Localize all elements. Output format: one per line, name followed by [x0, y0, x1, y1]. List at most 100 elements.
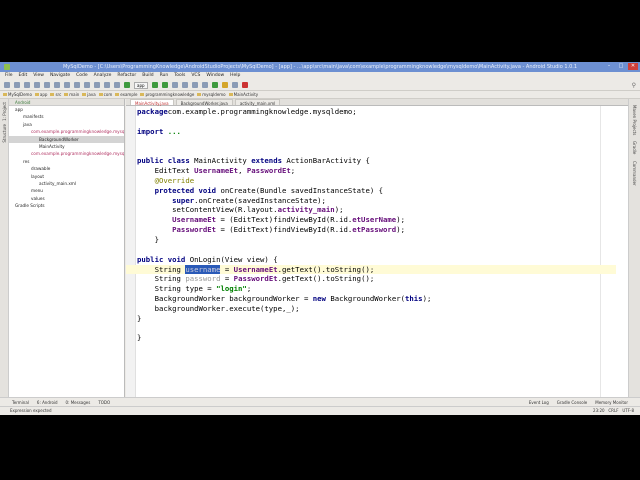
menu-window[interactable]: Window: [206, 72, 224, 80]
tree-item[interactable]: com.example.programmingknowledge.mysqlde…: [9, 128, 124, 135]
avd-manager-icon[interactable]: [201, 82, 208, 88]
project-tool-button[interactable]: 1: Project: [2, 102, 7, 121]
line-separator[interactable]: CRLF: [608, 408, 618, 413]
menu-run[interactable]: Run: [160, 72, 169, 80]
editor-tab[interactable]: BackgroundWorker.java: [175, 99, 233, 106]
back-icon[interactable]: [104, 82, 110, 88]
run-config-select[interactable]: app: [134, 81, 148, 89]
undo-icon[interactable]: [34, 82, 40, 88]
code-line: }: [137, 314, 616, 324]
debug-icon[interactable]: [161, 82, 168, 88]
status-bar: Expression expected 23:20 CRLF UTF-8: [0, 406, 640, 415]
minimize-button[interactable]: –: [604, 63, 614, 70]
breadcrumb-item[interactable]: java: [82, 91, 95, 98]
menu-tools[interactable]: Tools: [174, 72, 185, 80]
project-tree: app manifests java com.example.programmingk…: [9, 106, 124, 210]
tree-item[interactable]: drawable: [9, 165, 124, 172]
android-icon[interactable]: [241, 82, 248, 88]
code-token: package: [137, 107, 168, 116]
save-icon[interactable]: [14, 82, 20, 88]
file-encoding[interactable]: UTF-8: [622, 408, 634, 413]
code-token: }: [137, 313, 142, 323]
help-icon[interactable]: [231, 82, 238, 88]
menu-help[interactable]: Help: [230, 72, 240, 80]
tree-item[interactable]: layout: [9, 173, 124, 180]
code-token: password: [185, 274, 221, 284]
forward-icon[interactable]: [114, 82, 120, 88]
tree-item[interactable]: activity_main.xml: [9, 180, 124, 187]
menu-refactor[interactable]: Refactor: [117, 72, 136, 80]
right-tool-button[interactable]: Commander: [632, 161, 637, 186]
bottom-tab[interactable]: 0: Messages: [66, 398, 91, 406]
settings-icon[interactable]: [181, 82, 188, 88]
code-token: .getText().toString();: [277, 274, 375, 284]
tree-item[interactable]: MainActivity: [9, 143, 124, 150]
cursor-position[interactable]: 23:20: [593, 408, 605, 413]
redo-icon[interactable]: [44, 82, 50, 88]
right-tool-button[interactable]: Gradle: [632, 141, 637, 154]
menu-analyze[interactable]: Analyze: [94, 72, 112, 80]
breadcrumb-item[interactable]: main: [64, 91, 79, 98]
tree-item[interactable]: res: [9, 158, 124, 165]
breadcrumb-item[interactable]: src: [50, 91, 61, 98]
code-content[interactable]: packagecom.example.programmingknowledge.…: [126, 107, 616, 343]
menu-file[interactable]: File: [5, 72, 13, 80]
maximize-button[interactable]: □: [616, 63, 626, 70]
breadcrumb-item[interactable]: mysqldemo: [197, 91, 225, 98]
code-editor[interactable]: packagecom.example.programmingknowledge.…: [126, 106, 628, 397]
menu-vcs[interactable]: VCS: [191, 72, 200, 80]
copy-icon[interactable]: [64, 82, 70, 88]
structure-tool-button[interactable]: Structure: [2, 124, 7, 143]
breadcrumb-item[interactable]: app: [35, 91, 48, 98]
breadcrumb-item[interactable]: com: [99, 91, 113, 98]
run-icon[interactable]: [151, 82, 158, 88]
tree-item[interactable]: Gradle Scripts: [9, 202, 124, 209]
make-icon[interactable]: [124, 82, 130, 88]
menu-view[interactable]: View: [33, 72, 44, 80]
tree-item[interactable]: BackgroundWorker: [9, 135, 124, 144]
editor-tab[interactable]: MainActivity.java: [130, 99, 174, 106]
breadcrumb-item[interactable]: MainActivity: [229, 91, 259, 98]
open-icon[interactable]: [4, 82, 10, 88]
cut-icon[interactable]: [54, 82, 60, 88]
monitor-icon[interactable]: [221, 82, 228, 88]
bottom-tab[interactable]: Event Log: [529, 398, 549, 406]
paste-icon[interactable]: [74, 82, 80, 88]
tree-item[interactable]: java: [9, 121, 124, 128]
menu-code[interactable]: Code: [76, 72, 88, 80]
menu-build[interactable]: Build: [142, 72, 153, 80]
tree-item[interactable]: menu: [9, 187, 124, 194]
sync-icon[interactable]: [24, 82, 30, 88]
bottom-tab[interactable]: 6: Android: [37, 398, 58, 406]
bottom-tab[interactable]: TODO: [98, 398, 110, 406]
breadcrumb-item[interactable]: example: [115, 91, 137, 98]
bottom-tab[interactable]: Gradle Console: [557, 398, 587, 406]
code-token: EditText: [137, 166, 195, 176]
project-view-selector[interactable]: Android: [9, 99, 124, 106]
tree-item[interactable]: manifests: [9, 113, 124, 120]
search-everywhere-icon[interactable]: ⚲: [632, 82, 636, 89]
menu-navigate[interactable]: Navigate: [50, 72, 70, 80]
breadcrumb-item[interactable]: programmingknowledge: [140, 91, 194, 98]
code-line: String username = UsernameEt.getText().t…: [126, 264, 616, 275]
code-line: EditText UsernameEt, PasswordEt;: [137, 166, 616, 176]
breadcrumb-item[interactable]: MySqlDemo: [3, 91, 32, 98]
attach-debugger-icon[interactable]: [171, 82, 178, 88]
menu-edit[interactable]: Edit: [19, 72, 28, 80]
code-line: packagecom.example.programmingknowledge.…: [137, 107, 616, 117]
close-button[interactable]: ✕: [628, 63, 638, 70]
find-icon[interactable]: [84, 82, 90, 88]
code-token: }: [137, 333, 142, 343]
project-structure-icon[interactable]: [191, 82, 198, 88]
tree-item[interactable]: values: [9, 195, 124, 202]
replace-icon[interactable]: [94, 82, 100, 88]
bottom-tab[interactable]: Memory Monitor: [595, 398, 628, 406]
code-token: BackgroundWorker(: [325, 294, 405, 304]
tree-item[interactable]: com.example.programmingknowledge.mysqlde…: [9, 150, 124, 157]
bottom-tab[interactable]: Terminal: [12, 398, 29, 406]
right-tool-button[interactable]: Maven Projects: [632, 105, 637, 135]
editor-tab[interactable]: activity_main.xml: [234, 99, 281, 106]
tree-item[interactable]: app: [9, 106, 124, 113]
sdk-manager-icon[interactable]: [211, 82, 218, 88]
